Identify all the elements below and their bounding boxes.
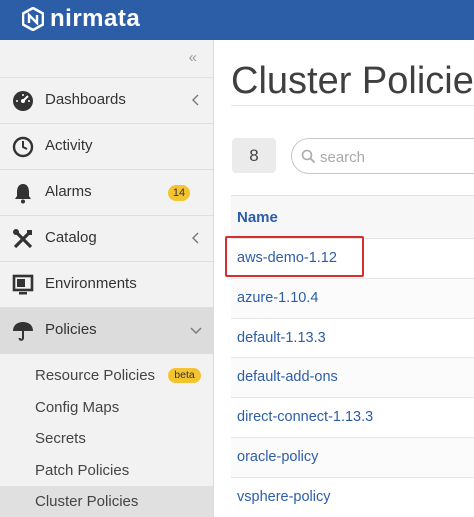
sidebar-item-catalog[interactable]: Catalog — [0, 216, 213, 262]
monitor-icon — [12, 274, 34, 295]
sidebar-item-environments[interactable]: Environments — [0, 262, 213, 308]
bell-icon — [15, 184, 31, 204]
policy-link[interactable]: vsphere-policy — [237, 489, 331, 505]
title-divider — [231, 105, 474, 106]
search-field[interactable] — [291, 138, 474, 174]
sidebar-item-label: Environments — [45, 275, 137, 292]
umbrella-icon — [13, 322, 33, 341]
policy-count: 8 — [232, 138, 276, 173]
sidebar-subitem-resource-policies[interactable]: Resource Policies beta — [0, 360, 213, 391]
sidebar-item-policies[interactable]: Policies — [0, 308, 213, 354]
sidebar-subitem-config-maps[interactable]: Config Maps — [0, 392, 213, 423]
search-icon — [301, 149, 316, 164]
sidebar-item-label: Activity — [45, 137, 93, 154]
table-row: aws-demo-1.12 — [231, 239, 474, 279]
search-input[interactable] — [320, 147, 474, 167]
subitem-label: Resource Policies — [35, 367, 156, 384]
beta-badge: beta — [168, 368, 201, 383]
sidebar-collapse-row: « — [0, 40, 213, 78]
policy-link[interactable]: aws-demo-1.12 — [237, 250, 337, 266]
sidebar-item-activity[interactable]: Activity — [0, 124, 213, 170]
double-chevron-left-icon[interactable]: « — [189, 49, 197, 66]
column-header-name[interactable]: Name — [237, 209, 278, 226]
policy-link[interactable]: default-add-ons — [237, 369, 338, 385]
table-header: Name — [231, 195, 474, 239]
subitem-label: Secrets — [35, 430, 86, 447]
sidebar-item-label: Policies — [45, 321, 97, 338]
sidebar-item-label: Dashboards — [45, 91, 126, 108]
sidebar: « Dashboards Activity Alarms 14 Catalog … — [0, 40, 214, 517]
subitem-label: Cluster Policies — [35, 493, 139, 510]
policy-link[interactable]: azure-1.10.4 — [237, 290, 318, 306]
top-bar: nirmata — [0, 0, 474, 40]
subitem-label: Config Maps — [35, 399, 120, 416]
table-row: default-add-ons — [231, 358, 474, 399]
sidebar-item-dashboards[interactable]: Dashboards — [0, 78, 213, 124]
table-row: direct-connect-1.13.3 — [231, 398, 474, 438]
policy-link[interactable]: default-1.13.3 — [237, 330, 326, 346]
sidebar-subitem-cluster-policies[interactable]: Cluster Policies — [0, 486, 213, 517]
policy-link[interactable]: direct-connect-1.13.3 — [237, 409, 373, 425]
table-row: default-1.13.3 — [231, 319, 474, 359]
policy-link[interactable]: oracle-policy — [237, 449, 318, 465]
sidebar-subitem-secrets[interactable]: Secrets — [0, 423, 213, 454]
dashboard-gauge-icon — [13, 91, 33, 111]
chevron-down-icon — [190, 327, 202, 334]
nirmata-logo-icon — [22, 7, 44, 31]
sidebar-subitem-patch-policies[interactable]: Patch Policies — [0, 455, 213, 486]
chevron-left-icon — [192, 232, 199, 244]
page-title: Cluster Policies — [231, 60, 474, 102]
tools-icon — [13, 229, 33, 249]
clock-icon — [12, 136, 34, 158]
policies-table: Name aws-demo-1.12 azure-1.10.4 default-… — [231, 195, 474, 517]
subitem-label: Patch Policies — [35, 462, 130, 479]
alarm-count-badge: 14 — [168, 185, 190, 201]
table-row: oracle-policy — [231, 437, 474, 478]
sidebar-item-label: Catalog — [45, 229, 97, 246]
chevron-left-icon — [192, 94, 199, 106]
table-row: azure-1.10.4 — [231, 278, 474, 319]
sidebar-item-label: Alarms — [45, 183, 92, 200]
brand-logo[interactable]: nirmata — [22, 5, 141, 32]
table-row: vsphere-policy — [231, 478, 474, 517]
sidebar-item-alarms[interactable]: Alarms 14 — [0, 170, 213, 216]
brand-name: nirmata — [50, 5, 141, 32]
